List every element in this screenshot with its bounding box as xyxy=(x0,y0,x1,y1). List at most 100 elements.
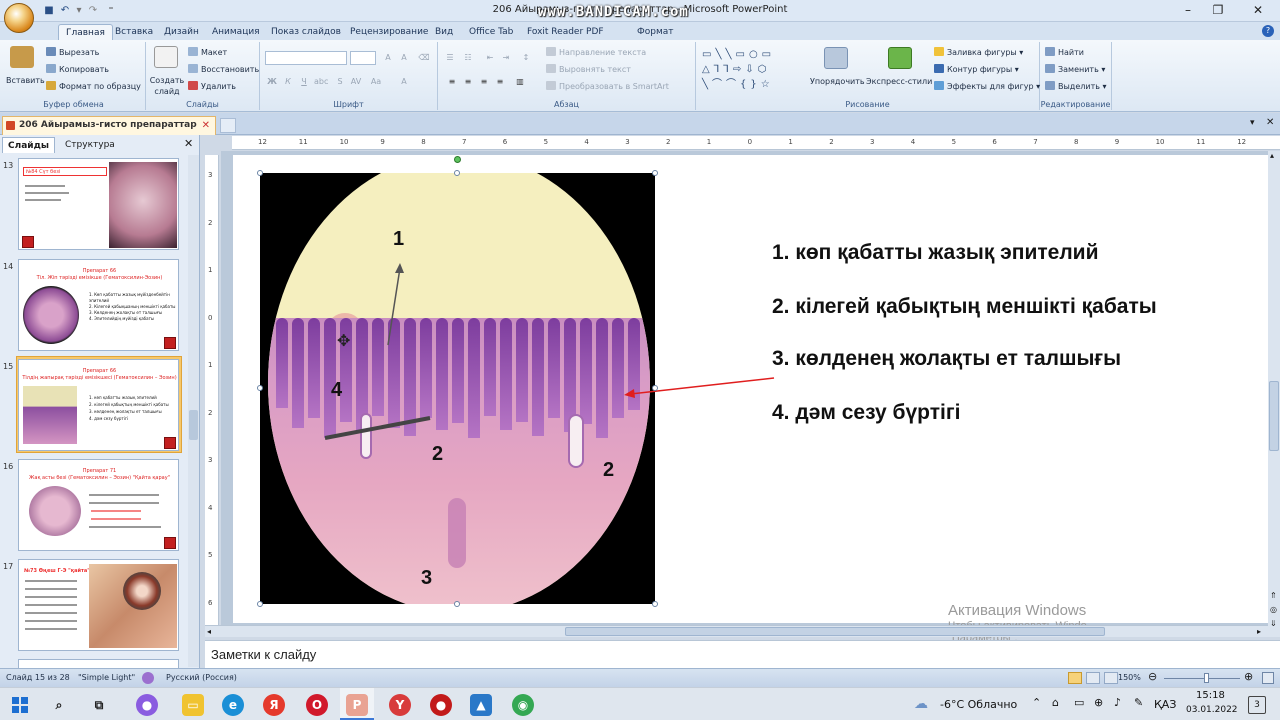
notes-pane[interactable]: Заметки к слайду xyxy=(205,640,1280,668)
tab-officetab[interactable]: Office Tab xyxy=(462,24,520,40)
scroll-right-icon[interactable]: ▸ xyxy=(1257,627,1261,636)
resize-handle[interactable] xyxy=(652,385,658,391)
decrease-indent-icon[interactable]: ⇤ xyxy=(484,52,496,64)
slideshow-view-icon[interactable] xyxy=(1104,672,1118,684)
office-button[interactable] xyxy=(4,3,34,33)
paste-button[interactable]: Вставить xyxy=(6,75,45,86)
tab-review[interactable]: Рецензирование xyxy=(343,24,435,40)
help-icon[interactable]: ? xyxy=(1262,25,1274,37)
line-spacing-icon[interactable]: ↕ xyxy=(520,52,532,64)
slide-thumbnail-14[interactable]: Препарат 66 Тіл. Жіп тәрізді емізікше (Г… xyxy=(18,259,179,351)
zoom-in-icon[interactable]: ⊕ xyxy=(1244,670,1253,683)
tab-animation[interactable]: Анимация xyxy=(205,24,267,40)
arrange-button[interactable]: Упорядочить xyxy=(810,76,865,87)
bandicam-icon[interactable]: ● xyxy=(430,694,452,716)
battery-icon[interactable]: ▭ xyxy=(1074,696,1084,709)
scroll-up-icon[interactable]: ▴ xyxy=(1270,151,1274,160)
clear-format-icon[interactable]: ⌫ xyxy=(418,52,430,64)
tab-list-icon[interactable]: ▾ xyxy=(1250,118,1255,128)
text-direction-button[interactable]: Направление текста xyxy=(546,47,646,58)
task-view-icon[interactable]: ⧉ xyxy=(88,694,110,716)
italic-icon[interactable]: К xyxy=(282,76,294,88)
photos-icon[interactable]: ▲ xyxy=(470,694,492,716)
replace-button[interactable]: Заменить ▾ xyxy=(1045,64,1105,75)
maximize-button[interactable]: ❐ xyxy=(1206,2,1230,18)
tab-design[interactable]: Дизайн xyxy=(157,24,206,40)
network-icon[interactable]: ⌂ xyxy=(1052,696,1059,709)
font-size-combo[interactable] xyxy=(350,51,376,65)
next-slide-icon[interactable]: ⇓ xyxy=(1270,619,1277,628)
document-tab[interactable]: 206 Айырамыз-гисто препараттар ✕ xyxy=(2,116,216,135)
shape-outline-button[interactable]: Контур фигуры ▾ xyxy=(934,64,1019,75)
weather-icon[interactable]: ☁ xyxy=(914,696,928,712)
zoom-out-icon[interactable]: ⊖ xyxy=(1148,670,1157,683)
search-icon[interactable]: ⌕ xyxy=(48,694,70,716)
align-center-icon[interactable]: ≡ xyxy=(462,76,474,88)
opera-icon[interactable]: O xyxy=(306,694,328,716)
bullets-icon[interactable]: ☰ xyxy=(444,52,456,64)
clock-time[interactable]: 15:18 xyxy=(1196,690,1225,701)
vertical-scrollbar[interactable]: ▴ ⇑ ◎ ⇓ xyxy=(1268,151,1280,637)
resize-handle[interactable] xyxy=(652,170,658,176)
zoom-slider-thumb[interactable] xyxy=(1204,673,1209,683)
tab-insert[interactable]: Вставка xyxy=(108,24,160,40)
quick-styles-button[interactable]: Экспресс-стили xyxy=(866,76,932,87)
zoom-level[interactable]: 150% xyxy=(1118,673,1141,682)
tab-format[interactable]: Формат xyxy=(630,24,681,40)
shape-fill-button[interactable]: Заливка фигуры ▾ xyxy=(934,47,1023,58)
close-button[interactable]: ✕ xyxy=(1246,2,1270,18)
normal-view-icon[interactable] xyxy=(1068,672,1082,684)
cortana-icon[interactable]: ● xyxy=(136,694,158,716)
panel-scroll-thumb[interactable] xyxy=(189,410,198,440)
slide-thumbnail-16[interactable]: Препарат 71 Жақ асты безі (Гематоксилин … xyxy=(18,459,179,551)
notifications-icon[interactable]: 3 xyxy=(1248,696,1266,714)
micrograph-image[interactable]: 1 4 2 2 3 xyxy=(260,173,655,604)
find-button[interactable]: Найти xyxy=(1045,47,1084,58)
new-tab-button[interactable] xyxy=(220,118,236,133)
close-tab-icon[interactable]: ✕ xyxy=(202,117,210,134)
resize-handle[interactable] xyxy=(257,170,263,176)
tab-slideshow[interactable]: Показ слайдов xyxy=(264,24,348,40)
smartart-button[interactable]: Преобразовать в SmartArt xyxy=(546,81,669,92)
edge-icon[interactable]: e xyxy=(222,694,244,716)
globe-icon[interactable]: ⊕ xyxy=(1094,696,1103,709)
panel-scrollbar[interactable] xyxy=(188,155,199,667)
rotate-handle[interactable] xyxy=(454,156,461,163)
align-right-icon[interactable]: ≡ xyxy=(478,76,490,88)
delete-slide-button[interactable]: Удалить xyxy=(188,81,236,92)
columns-icon[interactable]: ▥ xyxy=(514,76,526,88)
input-language[interactable]: ҚАЗ xyxy=(1154,698,1176,711)
pen-tray-icon[interactable]: ✎ xyxy=(1134,696,1143,709)
layout-button[interactable]: Макет xyxy=(188,47,227,58)
tray-chevron-icon[interactable]: ⌃ xyxy=(1032,696,1041,709)
tab-slides[interactable]: Слайды xyxy=(2,137,55,153)
h-scroll-thumb[interactable] xyxy=(565,627,1105,636)
resize-handle[interactable] xyxy=(454,601,460,607)
resize-handle[interactable] xyxy=(257,385,263,391)
zoom-slider-track[interactable] xyxy=(1164,678,1240,679)
resize-handle[interactable] xyxy=(454,170,460,176)
arrange-icon[interactable] xyxy=(824,47,848,69)
bold-icon[interactable]: Ж xyxy=(266,76,278,88)
file-explorer-icon[interactable]: ▭ xyxy=(182,694,204,716)
tab-home[interactable]: Главная xyxy=(58,24,113,40)
weather-text[interactable]: -6°C Облачно xyxy=(940,698,1017,711)
align-text-button[interactable]: Выровнять текст xyxy=(546,64,631,75)
close-panel-icon[interactable]: ✕ xyxy=(184,137,193,150)
clock-date[interactable]: 03.01.2022 xyxy=(1186,705,1238,715)
copy-button[interactable]: Копировать xyxy=(46,64,109,75)
slide-thumbnail-17[interactable]: №73 Өңеш Г-Э "қайта" xyxy=(18,559,179,651)
tab-foxit[interactable]: Foxit Reader PDF xyxy=(520,24,611,40)
format-painter-button[interactable]: Формат по образцу xyxy=(46,81,141,92)
increase-indent-icon[interactable]: ⇥ xyxy=(500,52,512,64)
quick-styles-icon[interactable] xyxy=(888,47,912,69)
underline-icon[interactable]: Ч xyxy=(298,76,310,88)
scroll-left-icon[interactable]: ◂ xyxy=(207,627,211,636)
change-case-icon[interactable]: Aa xyxy=(370,76,382,88)
shrink-font-icon[interactable]: A xyxy=(398,52,410,64)
close-all-icon[interactable]: ✕ xyxy=(1266,117,1274,128)
start-button[interactable] xyxy=(12,697,28,713)
paste-icon[interactable] xyxy=(10,46,34,68)
resize-handle[interactable] xyxy=(257,601,263,607)
font-name-combo[interactable] xyxy=(265,51,347,65)
